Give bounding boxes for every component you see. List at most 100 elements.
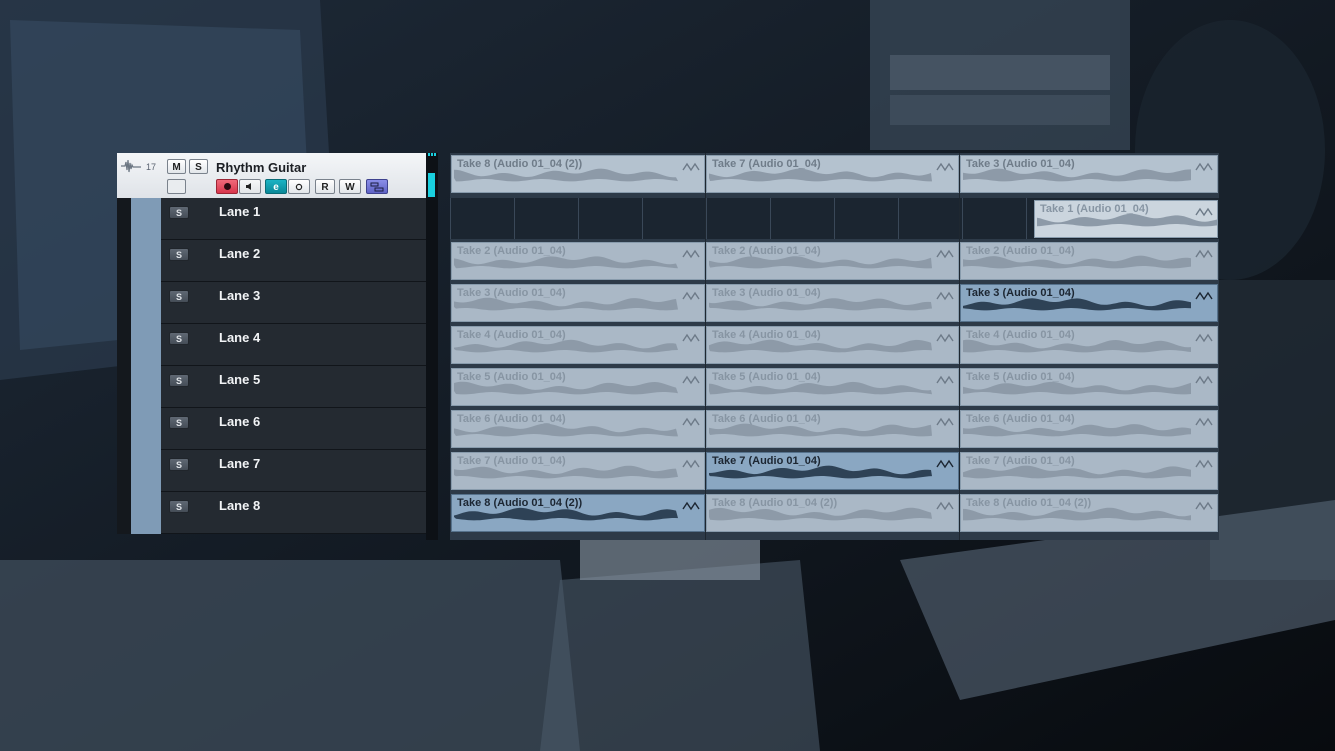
fade-icon — [1195, 459, 1213, 469]
audio-clip[interactable]: Take 4 (Audio 01_04) — [706, 326, 959, 364]
lane-color-strip — [131, 282, 161, 324]
audio-clip[interactable]: Take 7 (Audio 01_04) — [451, 452, 705, 490]
lane-header-6[interactable]: S Lane 6 — [117, 408, 426, 450]
lane-body — [161, 240, 426, 281]
audio-clip[interactable]: Take 8 (Audio 01_04 (2)) — [960, 494, 1218, 532]
lane-body — [161, 198, 426, 239]
write-automation-button[interactable]: W — [339, 179, 361, 194]
meter-divider — [426, 153, 438, 540]
lane-header-3[interactable]: S Lane 3 — [117, 282, 426, 324]
lane-header-1[interactable]: S Lane 1 — [117, 198, 426, 240]
lane-header-7[interactable]: S Lane 7 — [117, 450, 426, 492]
lane-color-strip — [131, 240, 161, 282]
lane-body — [161, 408, 426, 449]
lane-name: Lane 7 — [219, 456, 261, 471]
lane-solo-button[interactable]: S — [169, 416, 189, 429]
audio-clip[interactable]: Take 1 (Audio 01_04) — [1034, 200, 1218, 238]
fade-icon — [1195, 291, 1213, 301]
track-header[interactable]: 17 M S Rhythm Guitar e R W — [117, 153, 438, 199]
record-icon — [223, 183, 231, 190]
arrange-area[interactable]: Take 8 (Audio 01_04 (2)) Take 7 (Audio 01… — [450, 153, 1219, 540]
lane-edge — [117, 492, 131, 534]
waveform — [709, 507, 932, 521]
lane-solo-button[interactable]: S — [169, 458, 189, 471]
audio-clip[interactable]: Take 4 (Audio 01_04) — [960, 326, 1218, 364]
waveform — [709, 168, 932, 182]
waveform — [963, 255, 1191, 269]
circle-icon — [295, 183, 303, 191]
waveform — [454, 381, 678, 395]
waveform — [963, 168, 1191, 182]
grid-line — [706, 198, 707, 239]
monitor-button[interactable] — [239, 179, 261, 194]
fade-icon — [936, 291, 954, 301]
audio-clip[interactable]: Take 8 (Audio 01_04 (2)) — [451, 494, 705, 532]
lane-color-strip — [131, 450, 161, 492]
audio-clip[interactable]: Take 6 (Audio 01_04) — [451, 410, 705, 448]
freeze-button[interactable] — [288, 179, 310, 194]
fade-icon — [682, 375, 700, 385]
record-enable-button[interactable] — [216, 179, 238, 194]
solo-button[interactable]: S — [189, 159, 208, 174]
lane-name: Lane 6 — [219, 414, 261, 429]
grid-line — [578, 198, 579, 239]
lane-color-strip — [131, 324, 161, 366]
lane-color-strip — [131, 198, 161, 240]
grid-line — [514, 198, 515, 239]
mute-button[interactable]: M — [167, 159, 186, 174]
audio-clip[interactable]: Take 5 (Audio 01_04) — [960, 368, 1218, 406]
audio-clip[interactable]: Take 7 (Audio 01_04) — [706, 452, 959, 490]
audio-clip[interactable]: Take 2 (Audio 01_04) — [451, 242, 705, 280]
lane-name: Lane 8 — [219, 498, 261, 513]
show-lanes-button[interactable] — [366, 179, 388, 194]
audio-clip[interactable]: Take 8 (Audio 01_04 (2)) — [451, 155, 705, 193]
fade-icon — [682, 459, 700, 469]
lane-body — [161, 450, 426, 491]
edit-in-place-button[interactable]: e — [265, 179, 287, 194]
lane-solo-button[interactable]: S — [169, 332, 189, 345]
audio-clip[interactable]: Take 6 (Audio 01_04) — [706, 410, 959, 448]
waveform — [963, 298, 1191, 311]
fade-icon — [936, 501, 954, 511]
waveform — [709, 298, 932, 311]
fade-icon — [682, 501, 700, 511]
fade-icon — [936, 162, 954, 172]
track-color-swatch[interactable] — [167, 179, 186, 194]
audio-clip[interactable]: Take 5 (Audio 01_04) — [451, 368, 705, 406]
audio-clip[interactable]: Take 7 (Audio 01_04) — [706, 155, 959, 193]
fade-icon — [682, 162, 700, 172]
lane-header-8[interactable]: S Lane 8 — [117, 492, 426, 534]
lane-solo-button[interactable]: S — [169, 248, 189, 261]
grid-line — [642, 198, 643, 239]
waveform — [963, 507, 1191, 521]
read-automation-button[interactable]: R — [315, 179, 335, 194]
audio-clip[interactable]: Take 4 (Audio 01_04) — [451, 326, 705, 364]
audio-clip[interactable]: Take 7 (Audio 01_04) — [960, 452, 1218, 490]
audio-clip[interactable]: Take 2 (Audio 01_04) — [706, 242, 959, 280]
audio-clip[interactable]: Take 8 (Audio 01_04 (2)) — [706, 494, 959, 532]
lane-body — [161, 366, 426, 407]
waveform — [709, 465, 932, 479]
audio-clip[interactable]: Take 3 (Audio 01_04) — [451, 284, 705, 322]
lane-header-2[interactable]: S Lane 2 — [117, 240, 426, 282]
lane-solo-button[interactable]: S — [169, 500, 189, 513]
lane-name: Lane 5 — [219, 372, 261, 387]
lane-solo-button[interactable]: S — [169, 290, 189, 303]
audio-clip[interactable]: Take 2 (Audio 01_04) — [960, 242, 1218, 280]
lane-color-strip — [131, 492, 161, 534]
audio-clip[interactable]: Take 3 (Audio 01_04) — [960, 284, 1218, 322]
lane-solo-button[interactable]: S — [169, 206, 189, 219]
audio-clip[interactable]: Take 3 (Audio 01_04) — [706, 284, 959, 322]
audio-clip[interactable]: Take 6 (Audio 01_04) — [960, 410, 1218, 448]
audio-clip[interactable]: Take 3 (Audio 01_04) — [960, 155, 1218, 193]
lane-body — [161, 492, 426, 533]
grid-line — [898, 198, 899, 239]
lane-name: Lane 2 — [219, 246, 261, 261]
lane-solo-button[interactable]: S — [169, 374, 189, 387]
lane-name: Lane 4 — [219, 330, 261, 345]
audio-clip[interactable]: Take 5 (Audio 01_04) — [706, 368, 959, 406]
lanes-icon — [370, 182, 384, 192]
fade-icon — [1195, 501, 1213, 511]
lane-header-5[interactable]: S Lane 5 — [117, 366, 426, 408]
lane-header-4[interactable]: S Lane 4 — [117, 324, 426, 366]
